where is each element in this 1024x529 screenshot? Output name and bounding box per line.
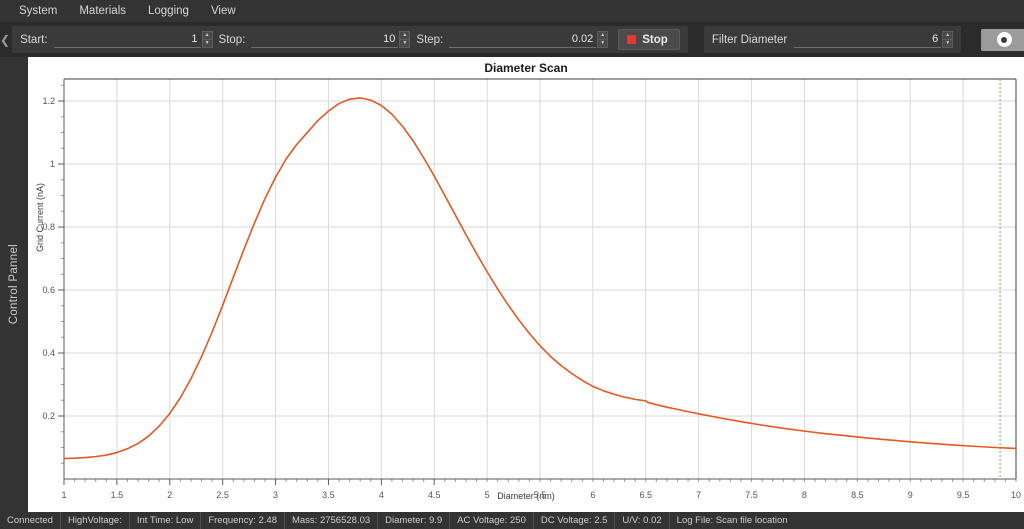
svg-text:7.5: 7.5 (745, 490, 758, 500)
record-button-group (977, 26, 1024, 53)
svg-text:1.5: 1.5 (111, 490, 124, 500)
filter-diameter-stepper-up-icon[interactable]: ▲ (942, 31, 953, 39)
status-bar-diameter: Diameter: 9.9 (378, 512, 450, 529)
stop-square-icon (627, 35, 636, 44)
control-panel-rail-label: Control Pannel (8, 244, 20, 324)
svg-text:1: 1 (50, 159, 55, 169)
status-bar: Connected HighVoltage: Int Time: Low Fre… (0, 512, 1024, 529)
menu-bar: System Materials Logging View (0, 0, 1024, 22)
step-label: Step: (416, 34, 443, 46)
svg-text:1.2: 1.2 (42, 96, 55, 106)
filter-diameter-group: Filter Diameter ▲ ▼ (704, 26, 961, 53)
svg-text:7: 7 (696, 490, 701, 500)
filter-diameter-label: Filter Diameter (712, 34, 787, 46)
status-bar-dc-voltage: DC Voltage: 2.5 (534, 512, 616, 529)
svg-text:8.5: 8.5 (851, 490, 864, 500)
menu-item-materials[interactable]: Materials (68, 1, 137, 21)
status-bar-ac-voltage: AC Voltage: 250 (450, 512, 534, 529)
svg-text:0.2: 0.2 (42, 411, 55, 421)
application-window: System Materials Logging View ❮ Start: ▲… (0, 0, 1024, 529)
svg-text:4: 4 (379, 490, 384, 500)
start-stepper-down-icon[interactable]: ▼ (202, 39, 213, 48)
stop-stepper-arrows[interactable]: ▲ ▼ (399, 31, 410, 48)
svg-text:5: 5 (485, 490, 490, 500)
svg-text:0.8: 0.8 (42, 222, 55, 232)
filter-diameter-input[interactable] (794, 31, 941, 48)
status-bar-uv: U/V: 0.02 (615, 512, 669, 529)
svg-text:0.4: 0.4 (42, 348, 55, 358)
stop-input[interactable] (251, 31, 398, 48)
svg-text:8: 8 (802, 490, 807, 500)
menu-item-view[interactable]: View (200, 1, 247, 21)
svg-text:0.6: 0.6 (42, 285, 55, 295)
svg-text:6.5: 6.5 (640, 490, 653, 500)
stop-stepper[interactable]: ▲ ▼ (251, 31, 410, 48)
svg-text:10: 10 (1011, 490, 1021, 500)
stop-label: Stop: (219, 34, 246, 46)
start-stepper-up-icon[interactable]: ▲ (202, 31, 213, 39)
chart-panel: Diameter Scan Grid Current (nA) Diameter… (28, 57, 1024, 512)
stop-scan-button[interactable]: Stop (618, 29, 680, 50)
svg-text:3: 3 (273, 490, 278, 500)
chart-plot-area[interactable]: 1 1.5 2 2.5 3 3.5 4 4.5 5 5.5 6 6.5 7 7.5 8 8.5 9 9.5 10 0.… (28, 57, 1024, 512)
filter-diameter-stepper-down-icon[interactable]: ▼ (942, 39, 953, 48)
svg-text:3.5: 3.5 (322, 490, 335, 500)
scan-parameters-group: Start: ▲ ▼ Stop: ▲ ▼ Step: ▲ (12, 26, 688, 53)
svg-text:1: 1 (61, 490, 66, 500)
toolbar: ❮ Start: ▲ ▼ Stop: ▲ ▼ Step: (0, 22, 1024, 57)
filter-diameter-stepper[interactable]: ▲ ▼ (794, 31, 953, 48)
start-label: Start: (20, 34, 47, 46)
start-stepper-arrows[interactable]: ▲ ▼ (202, 31, 213, 48)
start-stepper[interactable]: ▲ ▼ (54, 31, 213, 48)
menu-item-system[interactable]: System (8, 1, 68, 21)
svg-text:9.5: 9.5 (957, 490, 970, 500)
menu-item-logging[interactable]: Logging (137, 1, 200, 21)
svg-text:5.5: 5.5 (534, 490, 547, 500)
svg-text:2: 2 (167, 490, 172, 500)
step-stepper-down-icon[interactable]: ▼ (597, 39, 608, 48)
chevron-left-icon[interactable]: ❮ (0, 22, 10, 57)
step-input[interactable] (449, 31, 596, 48)
stop-stepper-up-icon[interactable]: ▲ (399, 31, 410, 39)
status-bar-mass: Mass: 2756528.03 (285, 512, 378, 529)
start-input[interactable] (54, 31, 201, 48)
step-stepper[interactable]: ▲ ▼ (449, 31, 608, 48)
record-circle-icon (997, 32, 1012, 47)
stop-stepper-down-icon[interactable]: ▼ (399, 39, 410, 48)
status-bar-frequency: Frequency: 2.48 (201, 512, 285, 529)
svg-text:4.5: 4.5 (428, 490, 441, 500)
status-bar-highvoltage: HighVoltage: (61, 512, 130, 529)
record-dot-icon (1001, 37, 1007, 43)
status-bar-log-file: Log File: Scan file location (670, 512, 795, 529)
svg-text:9: 9 (908, 490, 913, 500)
status-bar-connected: Connected (0, 512, 61, 529)
filter-diameter-stepper-arrows[interactable]: ▲ ▼ (942, 31, 953, 48)
record-button[interactable] (981, 29, 1024, 51)
status-bar-int-time: Int Time: Low (130, 512, 202, 529)
step-stepper-up-icon[interactable]: ▲ (597, 31, 608, 39)
svg-text:2.5: 2.5 (216, 490, 229, 500)
step-stepper-arrows[interactable]: ▲ ▼ (597, 31, 608, 48)
svg-text:6: 6 (590, 490, 595, 500)
control-panel-rail[interactable]: Control Pannel (0, 57, 28, 512)
stop-scan-button-label: Stop (642, 34, 668, 46)
